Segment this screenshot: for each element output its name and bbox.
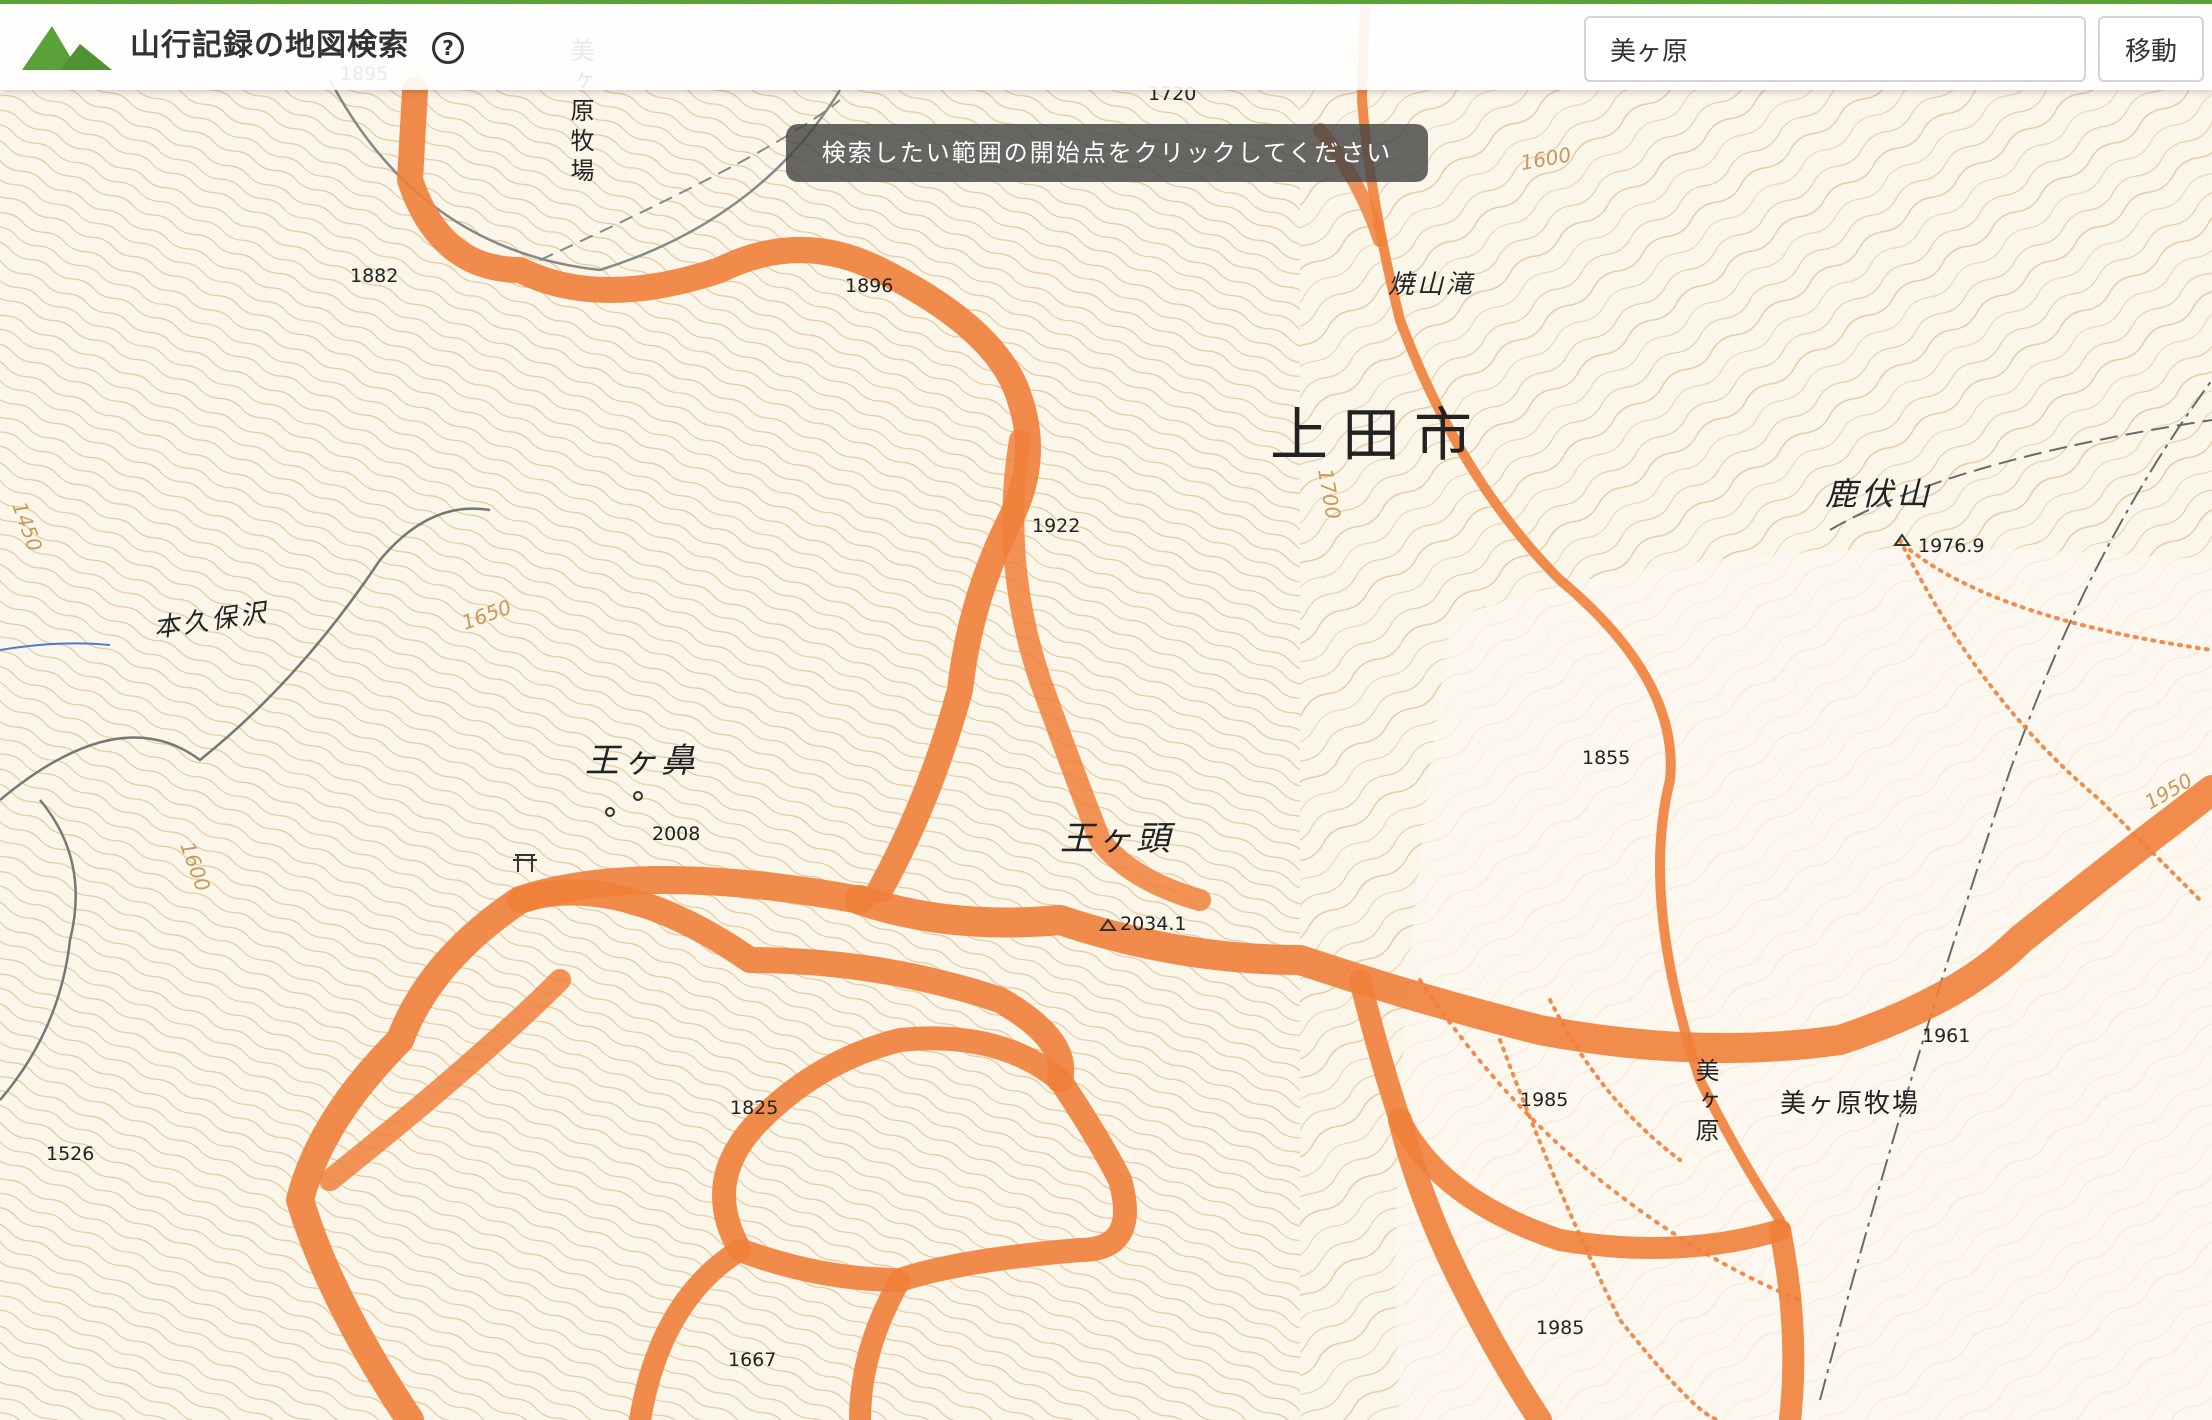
elevation-label: 1855 [1582, 747, 1630, 769]
label-waterfall-yakeyama: 焼山滝 [1388, 270, 1475, 300]
elevation-label: 1526 [46, 1143, 94, 1165]
app-title: 山行記録の地図検索 [130, 28, 409, 63]
accent-top-bar [0, 0, 2212, 4]
elevation-label: 1976.9 [1918, 535, 1984, 557]
label-peak-oogatou: 王ヶ頭 [1060, 819, 1176, 859]
elevation-label: 1961 [1922, 1025, 1970, 1047]
elevation-label: 1985 [1536, 1317, 1584, 1339]
mountain-logo-icon[interactable] [22, 22, 112, 74]
label-ranch-right: 美ヶ原牧場 [1780, 1089, 1920, 1119]
elevation-label: 1882 [350, 265, 398, 287]
move-button[interactable]: 移動 [2098, 16, 2204, 82]
contour-lines [0, 0, 1300, 1420]
elevation-label: 2034.1 [1120, 913, 1186, 935]
instruction-tooltip: 検索したい範囲の開始点をクリックしてください [786, 124, 1428, 182]
label-area-utsukushigahara: 美ヶ原 [1691, 1058, 1719, 1148]
app-header: 山行記録の地図検索 ? 移動 [0, 4, 2212, 90]
elevation-label: 1667 [728, 1349, 776, 1371]
elevation-label: 2008 [652, 823, 700, 845]
plateau-area [1395, 548, 2212, 1420]
topographic-map[interactable]: 上田市 王ヶ鼻 王ヶ頭 鹿伏山 本久保沢 焼山滝 美ヶ原牧場 美ヶ原牧場 美ヶ原… [0, 0, 2212, 1420]
label-mountain-kabuseyama: 鹿伏山 [1825, 475, 1933, 513]
elevation-label: 1825 [730, 1097, 778, 1119]
label-city: 上田市 [1270, 401, 1486, 469]
help-icon[interactable]: ? [432, 32, 464, 64]
place-search-input[interactable] [1584, 16, 2086, 82]
elevation-label: 1922 [1032, 515, 1080, 537]
label-peak-okehana: 王ヶ鼻 [585, 741, 699, 781]
elevation-label: 1985 [1520, 1089, 1568, 1111]
elevation-label: 1896 [845, 275, 893, 297]
